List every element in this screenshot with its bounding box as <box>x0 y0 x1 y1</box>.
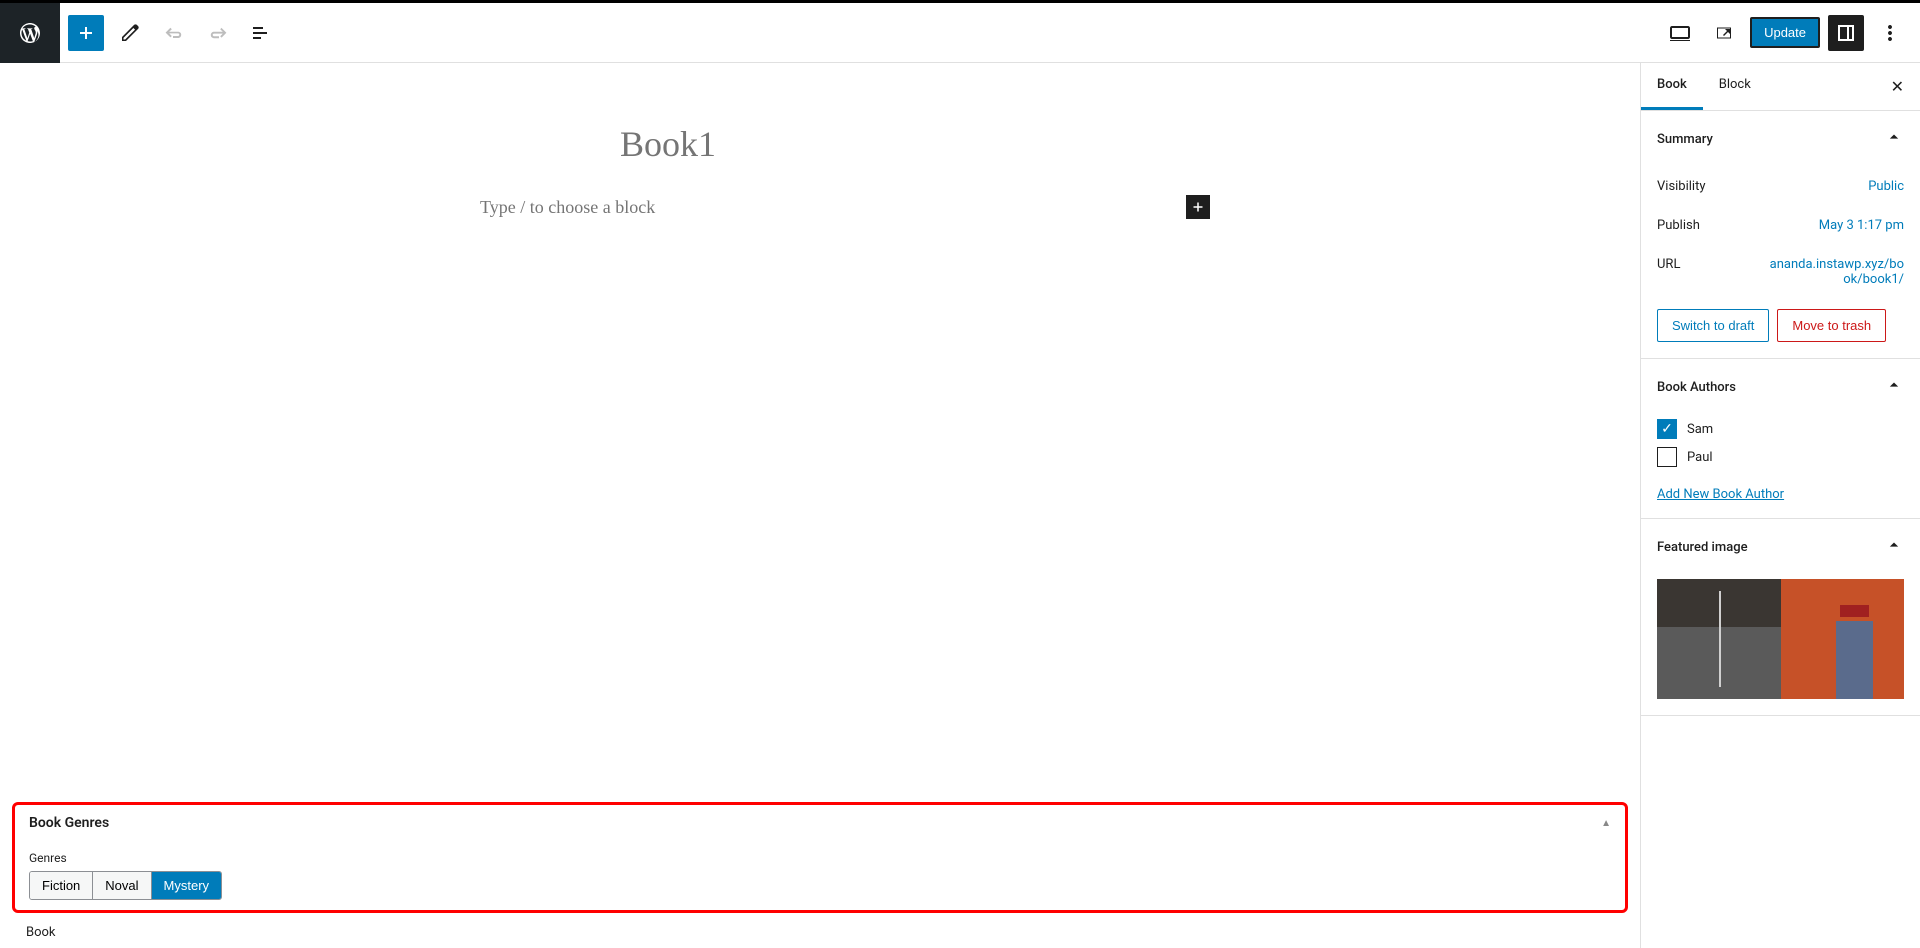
publish-value[interactable]: May 3 1:17 pm <box>1819 218 1904 233</box>
external-icon <box>1712 21 1736 45</box>
wordpress-icon <box>18 21 42 45</box>
document-overview-button[interactable] <box>244 15 280 51</box>
featured-image-panel: Featured image <box>1641 519 1920 716</box>
plus-icon <box>1189 198 1207 216</box>
book-authors-panel: Book Authors Sam Paul Add New Book Autho… <box>1641 359 1920 519</box>
url-label: URL <box>1657 257 1680 287</box>
author-name: Sam <box>1687 422 1713 437</box>
editor-canvas: Type / to choose a block Book Genres ▲ G… <box>0 63 1640 948</box>
undo-icon <box>162 21 186 45</box>
panel-title: Book Authors <box>1657 380 1736 395</box>
open-external-button[interactable] <box>1706 15 1742 51</box>
chevron-up-icon <box>1884 535 1904 559</box>
chevron-up-icon <box>1884 375 1904 399</box>
visibility-value[interactable]: Public <box>1868 179 1904 194</box>
pencil-icon <box>118 21 142 45</box>
panel-title: Summary <box>1657 132 1713 147</box>
breadcrumb[interactable]: Book <box>12 921 1628 944</box>
sidebar-icon <box>1834 21 1858 45</box>
tab-block[interactable]: Block <box>1703 63 1767 110</box>
wordpress-logo[interactable] <box>0 3 60 63</box>
switch-draft-button[interactable]: Switch to draft <box>1657 309 1769 342</box>
editor-toolbar: Update <box>0 3 1920 63</box>
post-title-input[interactable] <box>420 123 1220 165</box>
visibility-label: Visibility <box>1657 179 1706 194</box>
genre-option-mystery[interactable]: Mystery <box>152 872 222 899</box>
book-genres-metabox: Book Genres ▲ Genres Fiction Noval Myste… <box>12 802 1628 913</box>
author-checkbox-sam[interactable] <box>1657 419 1677 439</box>
metabox-collapse-icon[interactable]: ▲ <box>1601 818 1611 829</box>
move-trash-button[interactable]: Move to trash <box>1777 309 1886 342</box>
undo-button[interactable] <box>156 15 192 51</box>
update-button[interactable]: Update <box>1750 17 1820 48</box>
plus-icon <box>74 21 98 45</box>
publish-label: Publish <box>1657 218 1700 233</box>
genre-option-fiction[interactable]: Fiction <box>30 872 93 899</box>
summary-panel: Summary Visibility Public Publish May 3 … <box>1641 111 1920 359</box>
author-name: Paul <box>1687 450 1713 465</box>
add-new-author-link[interactable]: Add New Book Author <box>1657 487 1904 502</box>
redo-icon <box>206 21 230 45</box>
featured-image-thumbnail[interactable] <box>1657 579 1904 699</box>
block-placeholder[interactable]: Type / to choose a block <box>420 197 655 218</box>
tab-book[interactable]: Book <box>1641 63 1703 110</box>
list-icon <box>250 21 274 45</box>
close-icon: ✕ <box>1891 77 1904 96</box>
inline-add-block-button[interactable] <box>1186 195 1210 219</box>
view-button[interactable] <box>1662 15 1698 51</box>
close-sidebar-button[interactable]: ✕ <box>1875 63 1920 110</box>
metabox-title: Book Genres <box>29 815 109 831</box>
more-vertical-icon <box>1878 21 1902 45</box>
edit-mode-button[interactable] <box>112 15 148 51</box>
add-block-button[interactable] <box>68 15 104 51</box>
genres-label: Genres <box>29 851 1611 865</box>
chevron-up-icon <box>1884 127 1904 151</box>
laptop-icon <box>1668 21 1692 45</box>
redo-button[interactable] <box>200 15 236 51</box>
options-button[interactable] <box>1872 15 1908 51</box>
url-value[interactable]: ananda.instawp.xyz/book/book1/ <box>1764 257 1904 287</box>
settings-sidebar: Book Block ✕ Summary Visibility Public P… <box>1640 63 1920 948</box>
genre-option-noval[interactable]: Noval <box>93 872 151 899</box>
panel-title: Featured image <box>1657 540 1748 555</box>
settings-sidebar-toggle[interactable] <box>1828 15 1864 51</box>
author-checkbox-paul[interactable] <box>1657 447 1677 467</box>
